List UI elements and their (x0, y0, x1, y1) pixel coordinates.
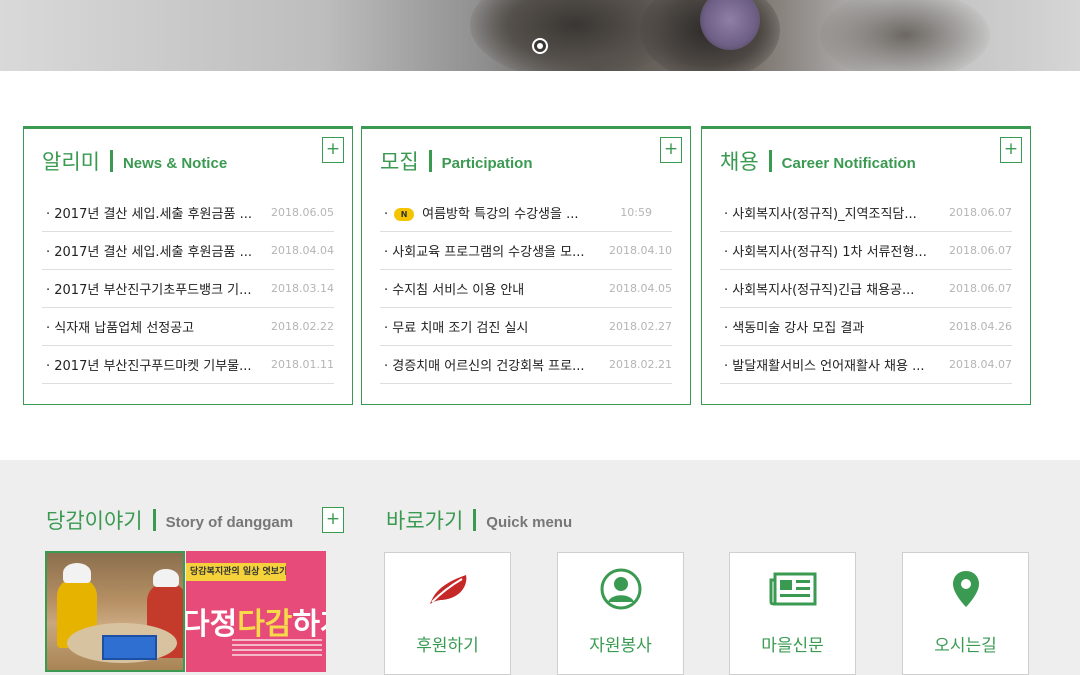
item-title: 사회복지사(정규직) 1차 서류전형... (732, 245, 927, 260)
recruit-subtitle: Participation (441, 155, 533, 172)
notice-board: 알리미 News & Notice + · 2017년 결산 세입.세출 후원금… (23, 126, 353, 405)
item-title: 2017년 결산 세입.세출 후원금품 ... (54, 207, 252, 222)
career-board: 채용 Career Notification + · 사회복지사(정규직)_지역… (701, 126, 1031, 405)
list-item[interactable]: · 사회복지사(정규직) 1차 서류전형... 2018.06.07 (720, 232, 1012, 270)
bottom-section: 당감이야기 Story of danggam + 당감복지관의 일상 엿보기 다… (0, 460, 1080, 675)
hero-banner (0, 0, 1080, 71)
item-title: 사회복지사(정규직)_지역조직담... (732, 207, 917, 222)
story-subtitle: Story of danggam (165, 514, 294, 531)
list-item[interactable]: · N 여름방학 특강의 수강생을 ... 10:59 (380, 194, 672, 232)
quick-menu-donate[interactable]: 후원하기 (384, 552, 511, 675)
newspaper-icon (730, 568, 855, 610)
quick-menu-volunteer[interactable]: 자원봉사 (557, 552, 684, 675)
item-date: 2018.02.22 (271, 320, 334, 333)
notice-list: · 2017년 결산 세입.세출 후원금품 ... 2018.06.05 · 20… (42, 194, 334, 384)
story-header: 당감이야기 Story of danggam (46, 505, 293, 535)
list-item[interactable]: · 무료 치매 조기 검진 실시 2018.02.27 (380, 308, 672, 346)
quick-menu-newspaper[interactable]: 마을신문 (729, 552, 856, 675)
recruit-header: 모집 Participation (380, 146, 533, 176)
item-date: 2018.06.07 (949, 206, 1012, 219)
title-divider (768, 150, 772, 172)
item-date: 2018.06.05 (271, 206, 334, 219)
item-title: 색동미술 강사 모집 결과 (732, 321, 865, 336)
poster-title: 다정다감하게 (186, 607, 326, 642)
career-more-button[interactable]: + (1000, 137, 1022, 163)
item-date: 2018.04.04 (271, 244, 334, 257)
item-title: 2017년 부산진구기초푸드뱅크 기... (54, 283, 252, 298)
story-photo-cooking[interactable] (45, 551, 185, 672)
title-divider (428, 150, 432, 172)
item-date: 10:59 (620, 206, 652, 219)
story-more-button[interactable]: + (322, 507, 344, 533)
list-item[interactable]: · 수지침 서비스 이용 안내 2018.04.05 (380, 270, 672, 308)
story-title: 당감이야기 (46, 509, 143, 533)
career-subtitle: Career Notification (781, 155, 916, 172)
user-icon (558, 568, 683, 610)
list-item[interactable]: · 발달재활서비스 언어재활사 채용 ... 2018.04.07 (720, 346, 1012, 384)
notice-header: 알리미 News & Notice (42, 146, 227, 176)
item-date: 2018.06.07 (949, 244, 1012, 257)
item-title: 식자재 납품업체 선정공고 (54, 321, 195, 336)
list-item[interactable]: · 사회교육 프로그램의 수강생을 모... 2018.04.10 (380, 232, 672, 270)
quick-header: 바로가기 Quick menu (386, 505, 572, 535)
item-title: 사회교육 프로그램의 수강생을 모... (392, 245, 585, 260)
recruit-more-button[interactable]: + (660, 137, 682, 163)
notice-more-button[interactable]: + (322, 137, 344, 163)
item-date: 2018.06.07 (949, 282, 1012, 295)
item-date: 2018.01.11 (271, 358, 334, 371)
item-title: 2017년 부산진구푸드마켓 기부물... (54, 359, 252, 374)
item-title: 수지침 서비스 이용 안내 (392, 283, 525, 298)
career-header: 채용 Career Notification (720, 146, 916, 176)
career-title: 채용 (720, 150, 759, 174)
story-poster-dajeong-dagam[interactable]: 당감복지관의 일상 엿보기 다정다감하게 (186, 551, 326, 672)
banner-ink-splash (820, 0, 990, 71)
item-title: 2017년 결산 세입.세출 후원금품 ... (54, 245, 252, 260)
recruit-title: 모집 (380, 150, 419, 174)
list-item[interactable]: · 색동미술 강사 모집 결과 2018.04.26 (720, 308, 1012, 346)
item-date: 2018.02.21 (609, 358, 672, 371)
leaf-icon (385, 568, 510, 610)
item-title: 무료 치매 조기 검진 실시 (392, 321, 529, 336)
list-item[interactable]: · 2017년 결산 세입.세출 후원금품 ... 2018.04.04 (42, 232, 334, 270)
list-item[interactable]: · 사회복지사(정규직)긴급 채용공... 2018.06.07 (720, 270, 1012, 308)
quick-menu-label: 자원봉사 (589, 636, 652, 656)
list-item[interactable]: · 2017년 부산진구기초푸드뱅크 기... 2018.03.14 (42, 270, 334, 308)
list-item[interactable]: · 2017년 결산 세입.세출 후원금품 ... 2018.06.05 (42, 194, 334, 232)
notice-subtitle: News & Notice (122, 155, 228, 172)
quick-menu-directions[interactable]: 오시는길 (902, 552, 1029, 675)
item-title: 사회복지사(정규직)긴급 채용공... (732, 283, 915, 298)
list-item[interactable]: · 식자재 납품업체 선정공고 2018.02.22 (42, 308, 334, 346)
item-date: 2018.04.10 (609, 244, 672, 257)
item-date: 2018.04.07 (949, 358, 1012, 371)
slider-indicator-dot[interactable] (532, 38, 548, 54)
item-date: 2018.03.14 (271, 282, 334, 295)
poster-small-text (232, 639, 322, 661)
item-date: 2018.04.26 (949, 320, 1012, 333)
item-title: 여름방학 특강의 수강생을 ... (422, 207, 579, 222)
quick-menu-label: 마을신문 (761, 636, 824, 656)
list-item[interactable]: · 사회복지사(정규직)_지역조직담... 2018.06.07 (720, 194, 1012, 232)
list-item[interactable]: · 2017년 부산진구푸드마켓 기부물... 2018.01.11 (42, 346, 334, 384)
title-divider (109, 150, 113, 172)
item-title: 경증치매 어르신의 건강회복 프로... (392, 359, 585, 374)
quick-menu-label: 후원하기 (416, 636, 479, 656)
new-badge: N (394, 208, 415, 221)
title-divider (473, 509, 477, 531)
title-divider (152, 509, 156, 531)
item-date: 2018.04.05 (609, 282, 672, 295)
map-pin-icon (903, 568, 1028, 610)
recruit-board: 모집 Participation + · N 여름방학 특강의 수강생을 ... 10… (361, 126, 691, 405)
notice-title: 알리미 (42, 150, 100, 174)
quick-title: 바로가기 (386, 509, 464, 533)
item-title: 발달재활서비스 언어재활사 채용 ... (732, 359, 925, 374)
career-list: · 사회복지사(정규직)_지역조직담... 2018.06.07 · 사회복지사(… (720, 194, 1012, 384)
quick-subtitle: Quick menu (486, 514, 573, 531)
poster-ribbon: 당감복지관의 일상 엿보기 (186, 563, 286, 581)
quick-menu-label: 오시는길 (934, 636, 997, 656)
recruit-list: · N 여름방학 특강의 수강생을 ... 10:59 · 사회교육 프로그램의 수강… (380, 194, 672, 384)
item-date: 2018.02.27 (609, 320, 672, 333)
list-item[interactable]: · 경증치매 어르신의 건강회복 프로... 2018.02.21 (380, 346, 672, 384)
